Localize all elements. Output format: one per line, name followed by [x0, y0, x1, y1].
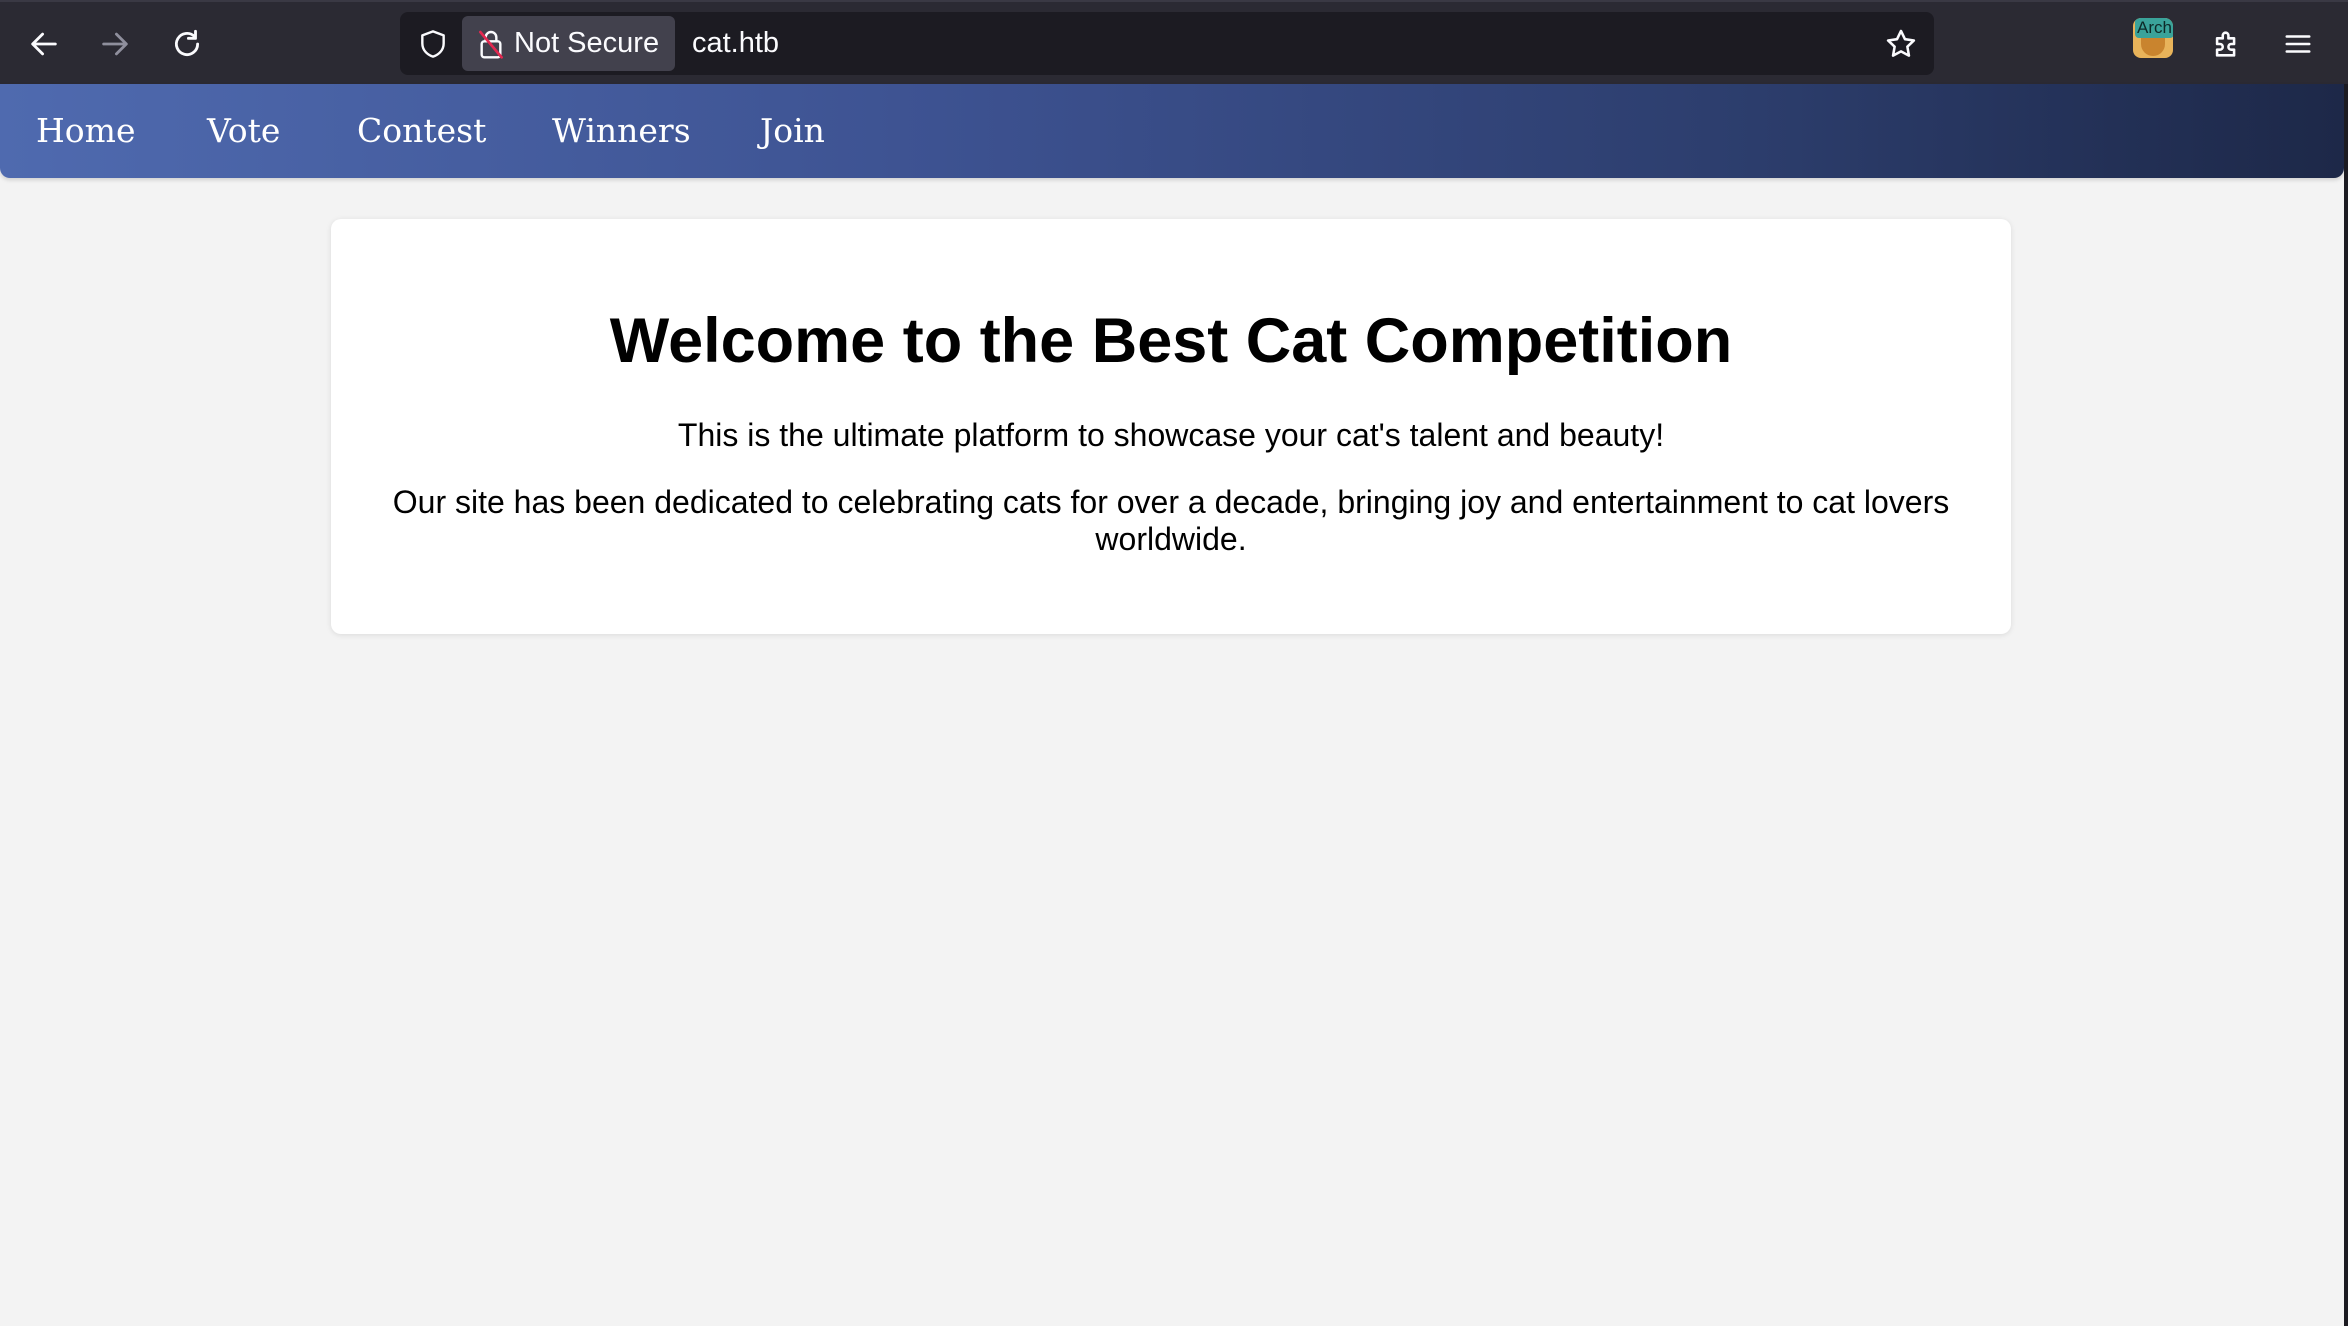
- tracking-protection-button[interactable]: [414, 25, 452, 63]
- browser-window: Not Secure cat.htb Arch Home Vote Contes…: [0, 0, 2348, 1326]
- forward-button[interactable]: [91, 20, 139, 68]
- arrow-right-icon: [102, 32, 128, 56]
- window-edge: [2344, 84, 2348, 1326]
- nav-winners[interactable]: Winners: [552, 84, 691, 178]
- nav-home[interactable]: Home: [36, 84, 135, 178]
- star-icon: [1886, 29, 1916, 57]
- app-menu-button[interactable]: [2274, 20, 2322, 68]
- nav-join[interactable]: Join: [760, 84, 825, 178]
- nav-vote[interactable]: Vote: [207, 84, 280, 178]
- page-title: Welcome to the Best Cat Competition: [609, 306, 1733, 376]
- welcome-card: Welcome to the Best Cat Competition This…: [331, 219, 2011, 634]
- arrow-left-icon: [31, 32, 57, 56]
- broken-lock-icon: [476, 27, 506, 61]
- hamburger-menu-icon: [2285, 35, 2311, 53]
- nav-contest[interactable]: Contest: [357, 84, 486, 178]
- url-text[interactable]: cat.htb: [692, 12, 779, 75]
- reload-icon: [175, 29, 200, 57]
- shield-icon: [421, 30, 445, 58]
- site-navigation: Home Vote Contest Winners Join: [0, 84, 2344, 178]
- back-button[interactable]: [20, 20, 68, 68]
- browser-toolbar: Not Secure cat.htb Arch: [0, 0, 2348, 84]
- intro-text: This is the ultimate platform to showcas…: [677, 417, 1665, 453]
- puzzle-icon: [2215, 31, 2236, 57]
- security-indicator[interactable]: Not Secure: [462, 16, 676, 71]
- extension-avatar[interactable]: Arch: [2133, 18, 2173, 58]
- extension-badge: Arch: [2135, 18, 2173, 38]
- security-label: Not Secure: [514, 27, 660, 59]
- address-bar[interactable]: Not Secure cat.htb: [400, 12, 1934, 75]
- extensions-button[interactable]: [2203, 20, 2251, 68]
- description-text: Our site has been dedicated to celebrati…: [392, 484, 1950, 557]
- bookmark-button[interactable]: [1882, 25, 1920, 63]
- avatar-face-icon: [2141, 38, 2165, 56]
- reload-button[interactable]: [163, 20, 211, 68]
